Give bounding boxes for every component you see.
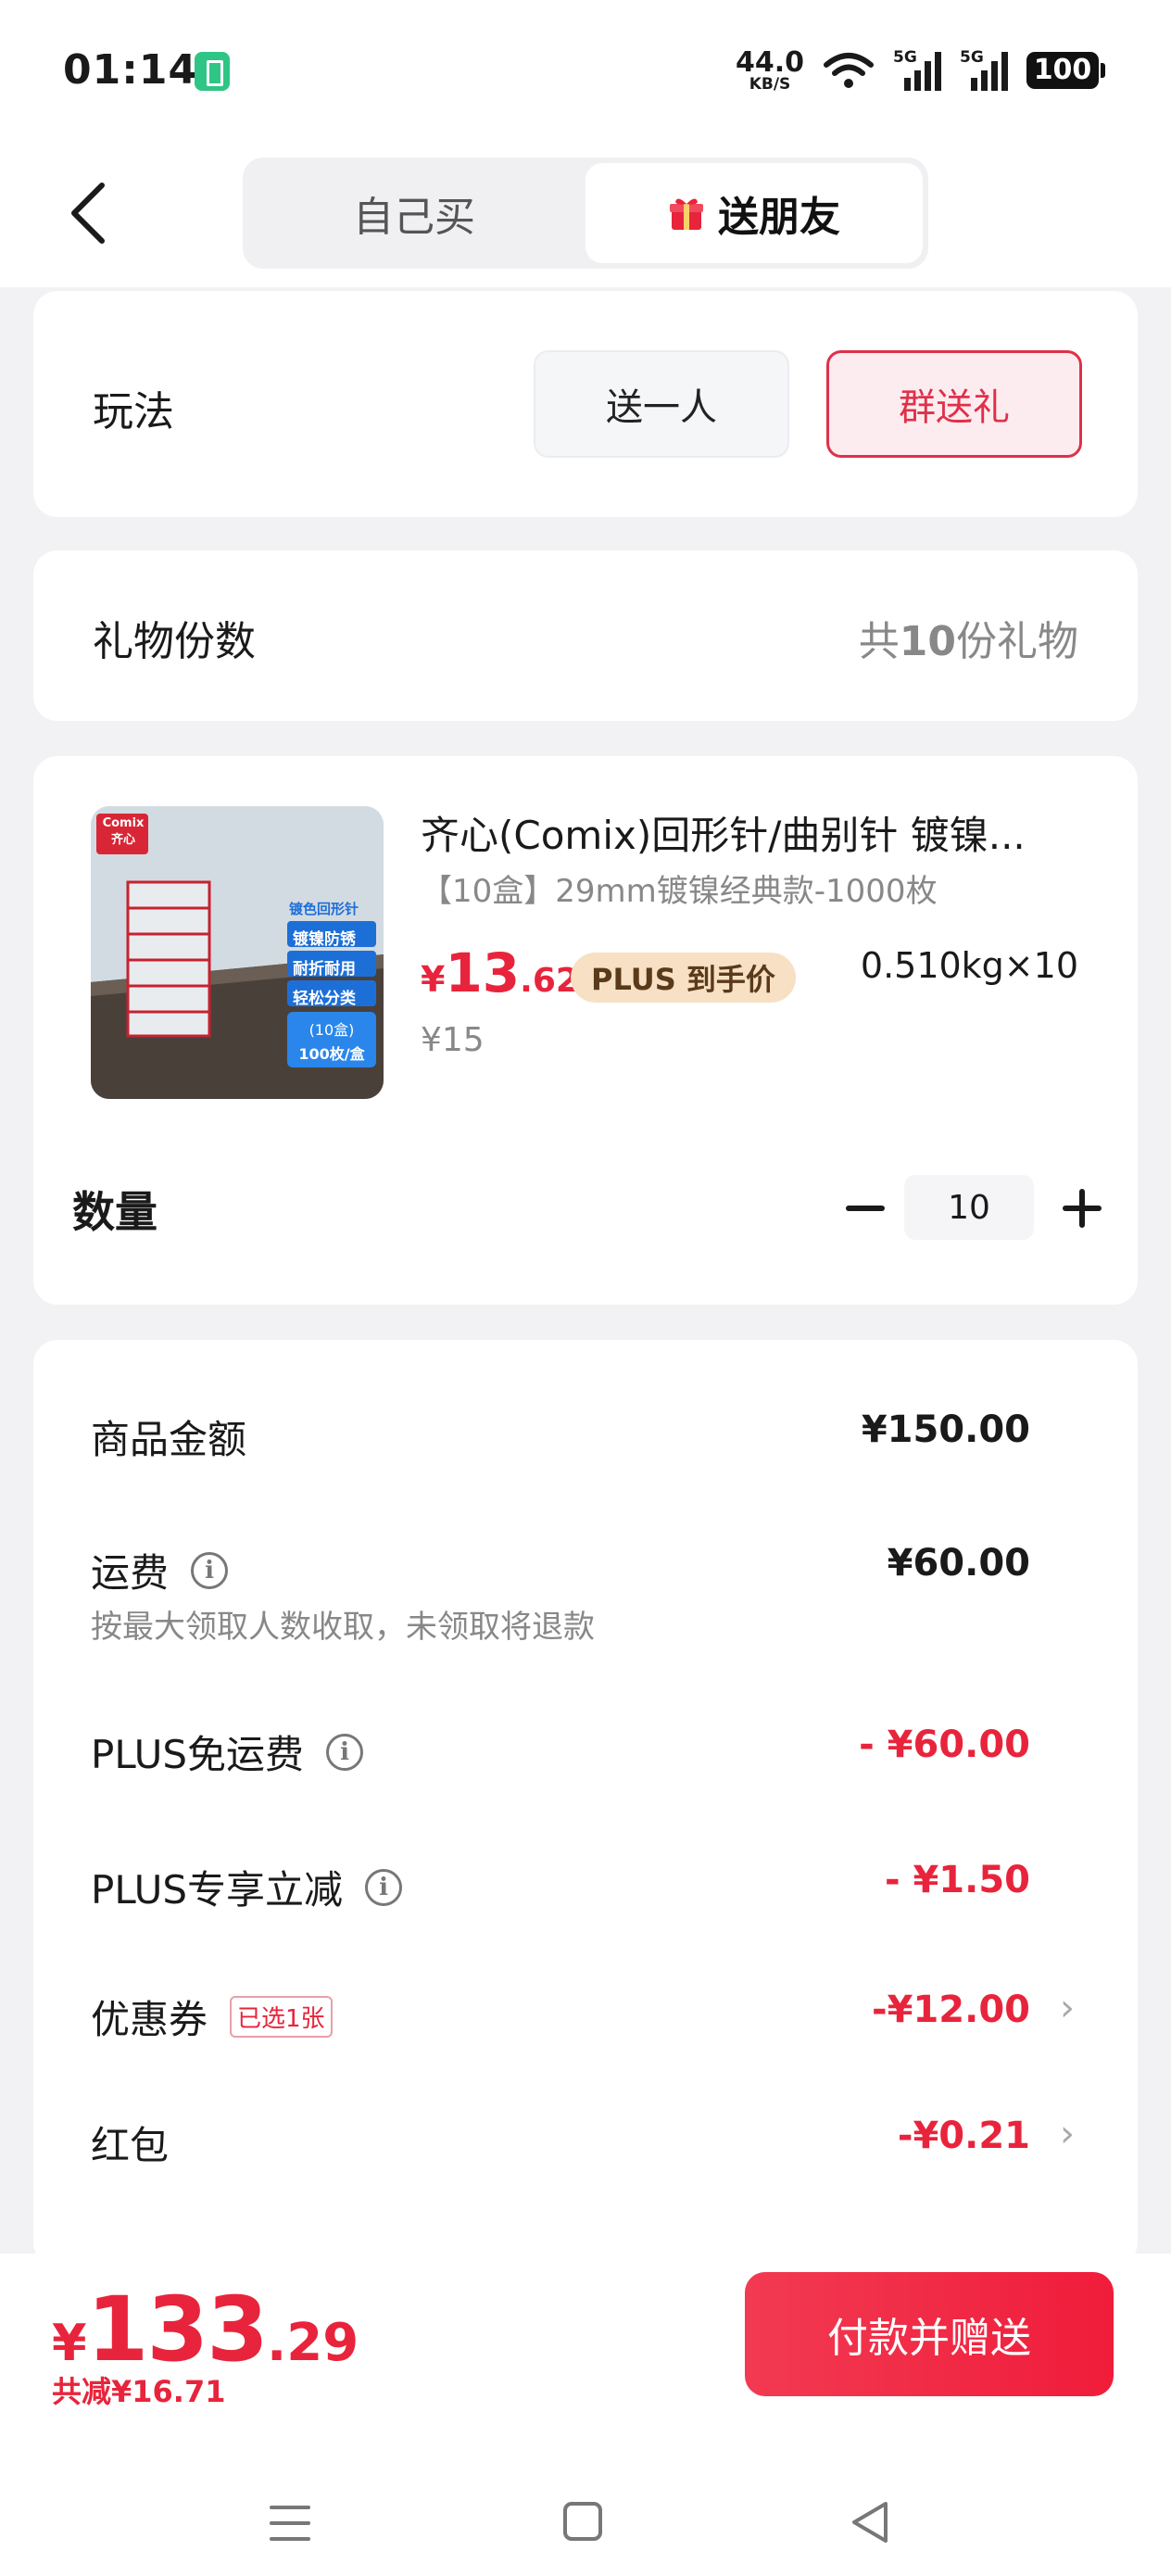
shipping-note: 按最大领取人数收取，未领取将退款 xyxy=(91,1609,595,1646)
quantity-decrease-button[interactable] xyxy=(839,1182,891,1234)
status-icons: 44.0 KB/S 5G 5G 100 xyxy=(735,43,1105,98)
total-saved: 共减¥16.71 xyxy=(52,2374,226,2409)
home-icon[interactable] xyxy=(563,2502,602,2541)
total-price: ¥ 133 .29 xyxy=(52,2278,359,2381)
back-button[interactable] xyxy=(61,176,117,250)
goods-amount-label: 商品金额 xyxy=(91,1417,247,1462)
coupon-value[interactable]: -¥12.00 xyxy=(872,1989,1030,2031)
plus-free-shipping-value: - ¥60.00 xyxy=(859,1724,1030,1766)
back-triangle-icon[interactable] xyxy=(849,2500,891,2544)
group-gift-button[interactable]: 群送礼 xyxy=(826,350,1082,458)
bottom-pay-bar: ¥ 133 .29 共减¥16.71 付款并赠送 xyxy=(0,2254,1171,2576)
net-speed-value: 44.0 xyxy=(735,45,804,79)
send-one-button[interactable]: 送一人 xyxy=(534,350,789,458)
net-speed: 44.0 KB/S xyxy=(735,45,804,94)
gift-count-label: 礼物份数 xyxy=(93,618,256,665)
plus-discount-value: - ¥1.50 xyxy=(884,1859,1030,1901)
red-packet-value[interactable]: -¥0.21 xyxy=(898,2115,1030,2157)
battery-icon: 100 xyxy=(1026,52,1105,89)
top-header: 自己买 送朋友 xyxy=(0,139,1171,287)
plus-discount-label: PLUS专享立减 xyxy=(91,1867,344,1913)
plus-icon xyxy=(1063,1189,1102,1228)
wifi-icon xyxy=(823,50,875,91)
image-caption-5: (10盒) xyxy=(308,1021,355,1039)
product-spec: 【10盒】29mm镀镍经典款-1000枚 xyxy=(421,873,938,910)
plus-free-shipping-row: PLUS免运费 i xyxy=(91,1724,364,1780)
image-caption-6: 100枚/盒 xyxy=(298,1045,365,1063)
system-nav-bar xyxy=(0,2465,1171,2576)
image-caption-3: 耐折耐用 xyxy=(293,960,356,979)
chevron-right-icon[interactable]: › xyxy=(1060,1987,1075,2029)
tab-send-friend-label: 送朋友 xyxy=(718,194,840,241)
gift-count-value: 共10份礼物 xyxy=(858,618,1078,665)
info-icon[interactable]: i xyxy=(365,1868,403,1906)
image-caption-1: 镀色回形针 xyxy=(289,901,359,917)
info-icon[interactable]: i xyxy=(191,1551,229,1589)
info-icon[interactable]: i xyxy=(326,1733,364,1771)
play-mode-card: 玩法 送一人 群送礼 xyxy=(33,291,1138,517)
signal-icon-1: 5G xyxy=(893,48,941,91)
tab-send-friend[interactable]: 送朋友 xyxy=(586,163,923,263)
coupon-row[interactable]: 优惠券 已选1张 xyxy=(91,1989,333,2045)
coupon-label: 优惠券 xyxy=(91,1997,208,2042)
play-mode-label: 玩法 xyxy=(93,388,174,436)
chevron-left-icon xyxy=(71,183,105,244)
shipping-label: 运费 xyxy=(91,1550,170,1596)
plus-price-badge: PLUS 到手价 xyxy=(571,953,796,1003)
quantity-increase-button[interactable] xyxy=(1056,1182,1108,1234)
status-bar: 01:14 44.0 KB/S 5G 5G 100 xyxy=(0,0,1171,139)
product-card: Comix 齐心 镀色回形针 镀镍防锈 耐折耐用 轻松分类 (10盒) 100枚/… xyxy=(33,756,1138,1305)
tab-buy-self[interactable]: 自己买 xyxy=(243,158,586,269)
shipping-value: ¥60.00 xyxy=(887,1542,1030,1585)
signal-icon-2: 5G xyxy=(960,48,1008,91)
image-caption-4: 轻松分类 xyxy=(293,990,356,1008)
product-original-price: ¥15 xyxy=(421,1021,485,1059)
plus-discount-row: PLUS专享立减 i xyxy=(91,1859,403,1915)
gift-icon xyxy=(668,195,705,232)
shipping-label-row: 运费 i xyxy=(91,1542,229,1598)
image-caption-2: 镀镍防锈 xyxy=(293,930,356,949)
gift-count-card: 礼物份数 共10份礼物 xyxy=(33,550,1138,721)
coupon-selected-badge: 已选1张 xyxy=(230,1996,333,2038)
product-title[interactable]: 齐心(Comix)回形针/曲别针 镀镍... xyxy=(421,804,1097,861)
quantity-label: 数量 xyxy=(72,1187,157,1237)
status-time: 01:14 xyxy=(63,46,198,94)
minus-icon xyxy=(846,1206,885,1211)
battery-saver-icon xyxy=(195,52,230,91)
menu-icon[interactable] xyxy=(269,2504,311,2543)
quantity-input[interactable]: 10 xyxy=(904,1175,1034,1240)
pay-and-gift-button[interactable]: 付款并赠送 xyxy=(745,2272,1114,2396)
goods-amount-value: ¥150.00 xyxy=(861,1408,1030,1451)
plus-free-shipping-label: PLUS免运费 xyxy=(91,1732,305,1777)
order-summary-card: 商品金额 ¥150.00 运费 i ¥60.00 按最大领取人数收取，未领取将退… xyxy=(33,1340,1138,2267)
red-packet-label: 红包 xyxy=(91,2123,170,2168)
product-image[interactable]: Comix 齐心 镀色回形针 镀镍防锈 耐折耐用 轻松分类 (10盒) 100枚/… xyxy=(91,806,384,1099)
product-weight: 0.510kg×10 xyxy=(860,945,1078,986)
brand-logo: Comix 齐心 xyxy=(102,816,145,847)
chevron-right-icon[interactable]: › xyxy=(1060,2113,1075,2155)
net-speed-unit: KB/S xyxy=(749,74,791,94)
product-price: ¥ 13 .62 xyxy=(421,941,579,1004)
purchase-mode-switch: 自己买 送朋友 xyxy=(243,158,928,269)
